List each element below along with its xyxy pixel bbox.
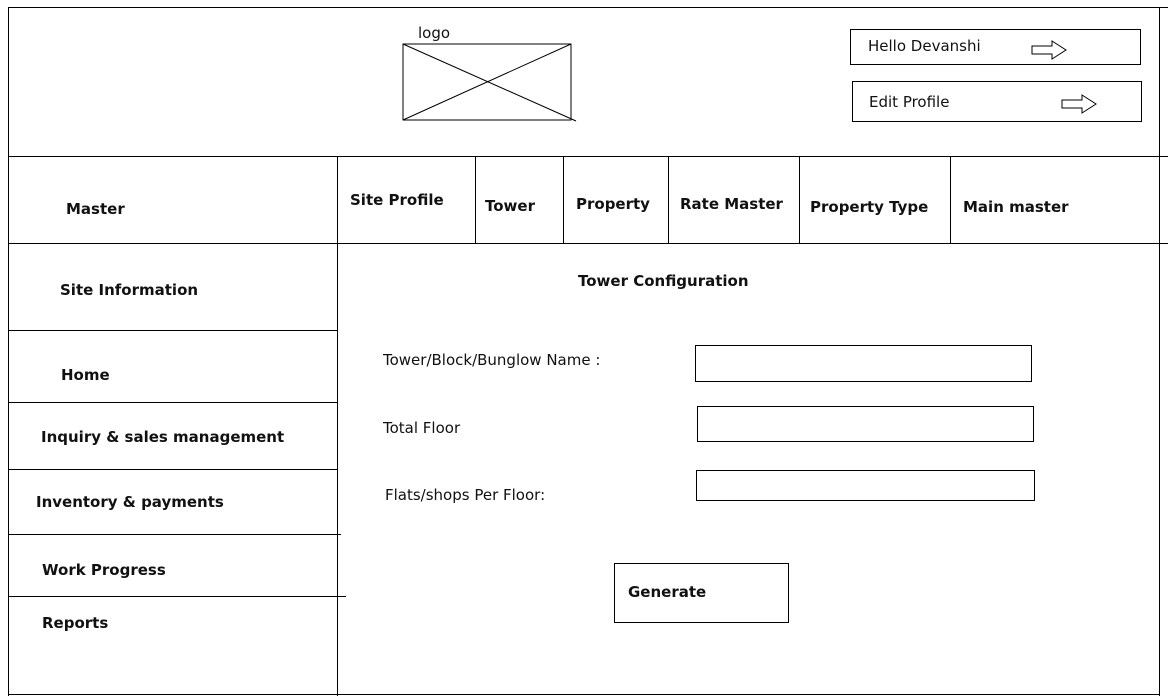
frame-right bbox=[1159, 7, 1160, 696]
sidebar-item-inventory-payments[interactable]: Inventory & payments bbox=[36, 493, 224, 511]
nav-divider bbox=[337, 156, 338, 696]
logo-placeholder[interactable] bbox=[402, 43, 578, 123]
greeting-label: Hello Devanshi bbox=[868, 37, 981, 55]
frame-top bbox=[8, 7, 1168, 8]
sidebar-divider bbox=[8, 402, 338, 403]
header-divider bbox=[8, 156, 1168, 157]
sidebar-item-site-information[interactable]: Site Information bbox=[60, 281, 198, 299]
total-floor-input[interactable] bbox=[697, 406, 1034, 442]
frame-bottom bbox=[8, 694, 1160, 695]
total-floor-label: Total Floor bbox=[383, 419, 461, 437]
flats-per-floor-label: Flats/shops Per Floor: bbox=[385, 486, 546, 504]
generate-label: Generate bbox=[628, 583, 707, 601]
greeting-button[interactable]: Hello Devanshi bbox=[850, 29, 1141, 65]
frame-left bbox=[8, 7, 9, 696]
master-label: Master bbox=[66, 200, 125, 218]
arrow-right-icon bbox=[1031, 40, 1067, 60]
sidebar-item-inquiry-sales[interactable]: Inquiry & sales management bbox=[41, 428, 284, 446]
nav-divider bbox=[799, 156, 800, 244]
tower-name-input[interactable] bbox=[695, 345, 1032, 382]
tab-site-profile[interactable]: Site Profile bbox=[350, 191, 444, 209]
sidebar-divider bbox=[8, 330, 338, 331]
nav-divider bbox=[563, 156, 564, 244]
tab-property[interactable]: Property bbox=[576, 195, 650, 213]
nav-divider bbox=[475, 156, 476, 244]
sidebar-divider bbox=[8, 534, 341, 535]
tab-property-type[interactable]: Property Type bbox=[810, 198, 928, 216]
tab-tower[interactable]: Tower bbox=[485, 197, 535, 215]
tab-rate-master[interactable]: Rate Master bbox=[680, 195, 783, 213]
sidebar-item-home[interactable]: Home bbox=[61, 366, 110, 384]
form-title: Tower Configuration bbox=[578, 272, 749, 290]
edit-profile-button[interactable]: Edit Profile bbox=[852, 81, 1142, 122]
sidebar-item-work-progress[interactable]: Work Progress bbox=[42, 561, 166, 579]
edit-profile-label: Edit Profile bbox=[869, 93, 950, 111]
arrow-right-icon bbox=[1061, 94, 1097, 114]
sidebar-divider bbox=[8, 469, 338, 470]
nav-bottom-divider bbox=[8, 243, 1168, 244]
nav-divider bbox=[950, 156, 951, 244]
tower-name-label: Tower/Block/Bunglow Name : bbox=[383, 351, 601, 369]
sidebar-divider bbox=[8, 596, 346, 597]
logo-label: logo bbox=[418, 24, 451, 42]
flats-per-floor-input[interactable] bbox=[696, 470, 1035, 501]
tab-main-master[interactable]: Main master bbox=[963, 198, 1069, 216]
nav-divider bbox=[668, 156, 669, 244]
sidebar-item-reports[interactable]: Reports bbox=[42, 614, 108, 632]
generate-button[interactable]: Generate bbox=[614, 563, 789, 623]
